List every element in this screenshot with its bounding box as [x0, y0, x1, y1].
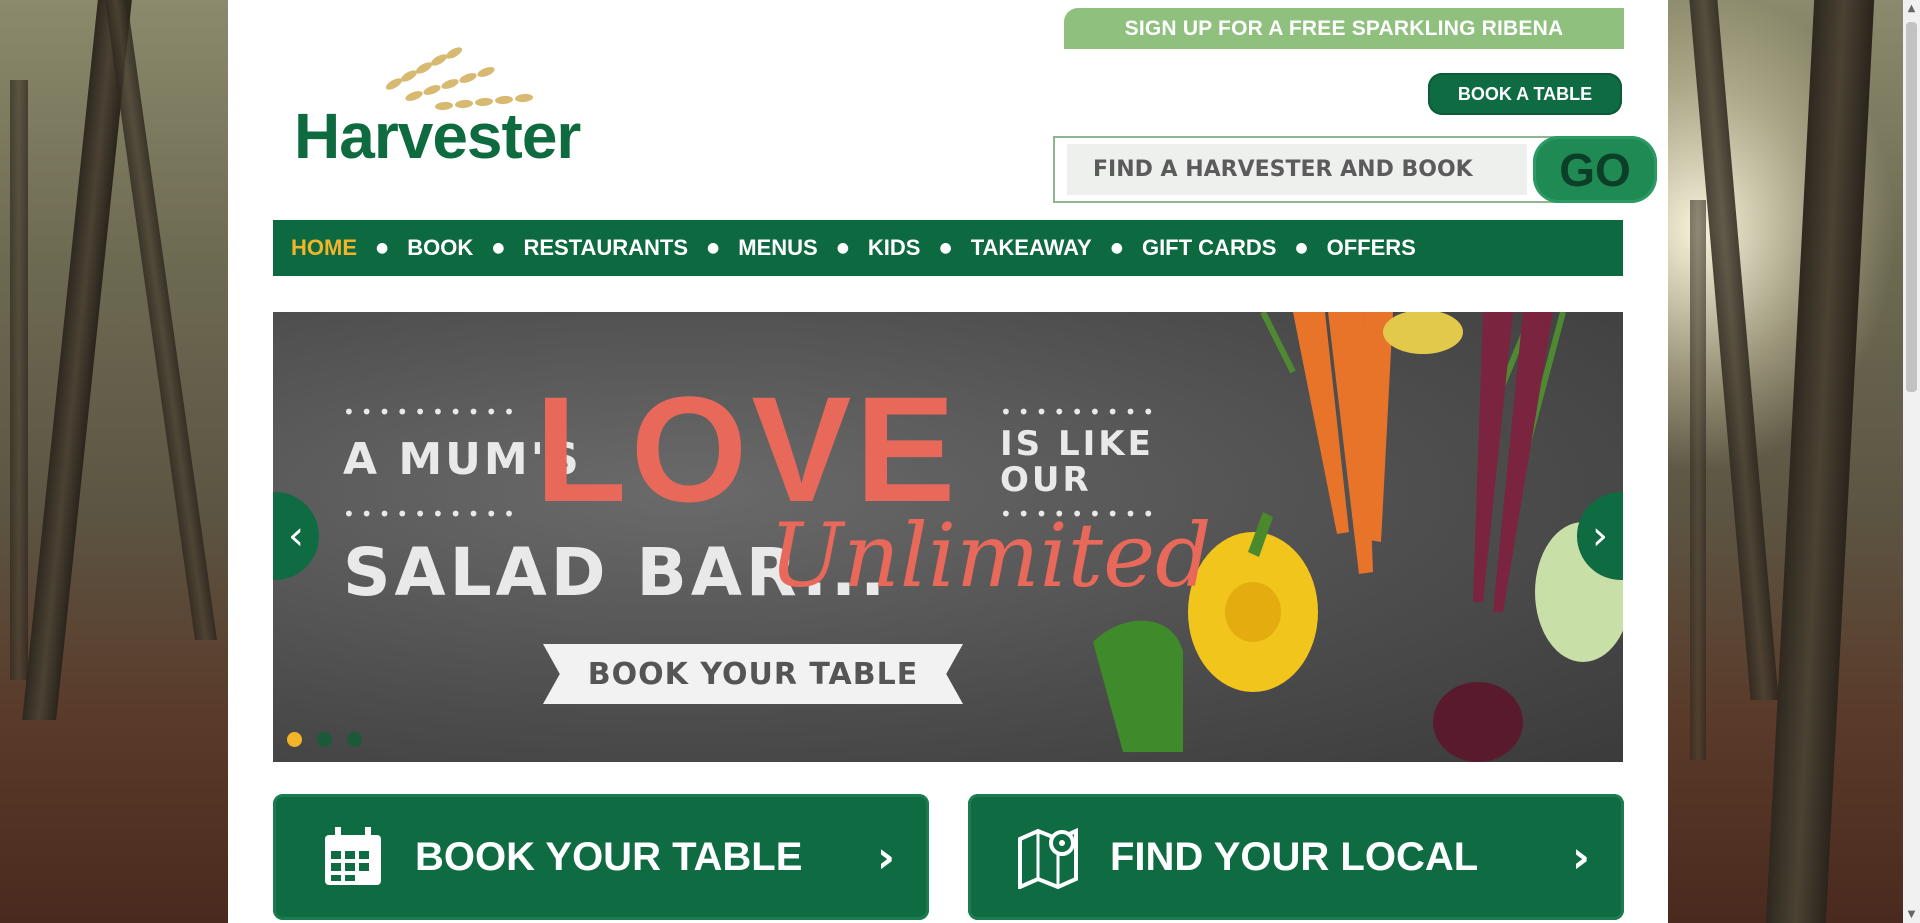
main-nav: HOME ● BOOK ● RESTAURANTS ● MENUS ● KIDS… — [273, 220, 1623, 276]
carousel-dot-2[interactable] — [317, 732, 332, 747]
nav-item-gift-cards[interactable]: GIFT CARDS — [1142, 235, 1276, 261]
calendar-icon — [325, 827, 381, 885]
search-bar: GO — [1053, 136, 1657, 203]
harvester-logo[interactable]: Harvester — [294, 44, 604, 174]
nav-separator: ● — [1295, 240, 1308, 256]
hero-unlimited-text: Unlimited — [769, 504, 1212, 607]
nav-separator: ● — [376, 240, 389, 256]
nav-separator: ● — [1110, 240, 1123, 256]
search-input[interactable] — [1067, 144, 1527, 195]
nav-separator: ● — [939, 240, 952, 256]
chevron-right-icon: › — [1592, 513, 1608, 559]
find-your-local-label: FIND YOUR LOCAL — [1110, 834, 1479, 879]
nav-item-home[interactable]: HOME — [291, 235, 357, 261]
page-scrollbar[interactable]: ▲ ▼ — [1903, 0, 1920, 923]
nav-item-menus[interactable]: MENUS — [738, 235, 817, 261]
nav-item-book[interactable]: BOOK — [407, 235, 473, 261]
nav-separator: ● — [492, 240, 505, 256]
hero-line-our: OUR — [1000, 460, 1092, 500]
hero-carousel[interactable]: •••••••••• A MUM'S •••••••••• LOVE •••••… — [273, 312, 1623, 762]
hero-dots-decoration: ••••••••• — [1000, 400, 1161, 424]
carousel-dot-3[interactable] — [347, 732, 362, 747]
book-a-table-button[interactable]: BOOK A TABLE — [1428, 73, 1622, 115]
nav-item-takeaway[interactable]: TAKEAWAY — [971, 235, 1092, 261]
hero-book-your-table-button[interactable]: BOOK YOUR TABLE — [543, 644, 963, 704]
chevron-right-icon: › — [876, 831, 895, 883]
nav-item-kids[interactable]: KIDS — [868, 235, 921, 261]
carousel-dot-1[interactable] — [287, 732, 302, 747]
hero-dots-decoration: •••••••••• — [343, 502, 521, 526]
page-container: Harvester SIGN UP FOR A FREE SPARKLING R… — [228, 0, 1668, 923]
hero-love-text: LOVE — [535, 365, 960, 533]
nav-item-restaurants[interactable]: RESTAURANTS — [523, 235, 688, 261]
book-your-table-card[interactable]: BOOK YOUR TABLE › — [273, 794, 929, 920]
find-your-local-card[interactable]: FIND YOUR LOCAL › — [968, 794, 1624, 920]
chevron-right-icon: › — [1571, 831, 1590, 883]
book-your-table-label: BOOK YOUR TABLE — [415, 834, 803, 879]
scroll-down-icon[interactable]: ▼ — [1903, 906, 1920, 923]
nav-separator: ● — [707, 240, 720, 256]
map-pin-icon — [1018, 827, 1078, 889]
nav-separator: ● — [836, 240, 849, 256]
carousel-prev-button[interactable]: ‹ — [273, 492, 319, 580]
signup-banner[interactable]: SIGN UP FOR A FREE SPARKLING RIBENA — [1064, 8, 1624, 49]
nav-item-offers[interactable]: OFFERS — [1327, 235, 1416, 261]
scrollbar-thumb[interactable] — [1906, 22, 1917, 392]
hero-dots-decoration: •••••••••• — [343, 400, 521, 424]
go-button[interactable]: GO — [1533, 136, 1657, 203]
chevron-left-icon: ‹ — [288, 513, 304, 559]
hero-line-is-like: IS LIKE — [1000, 424, 1154, 464]
logo-wordmark: Harvester — [294, 100, 581, 172]
scroll-up-icon[interactable]: ▲ — [1903, 0, 1920, 17]
